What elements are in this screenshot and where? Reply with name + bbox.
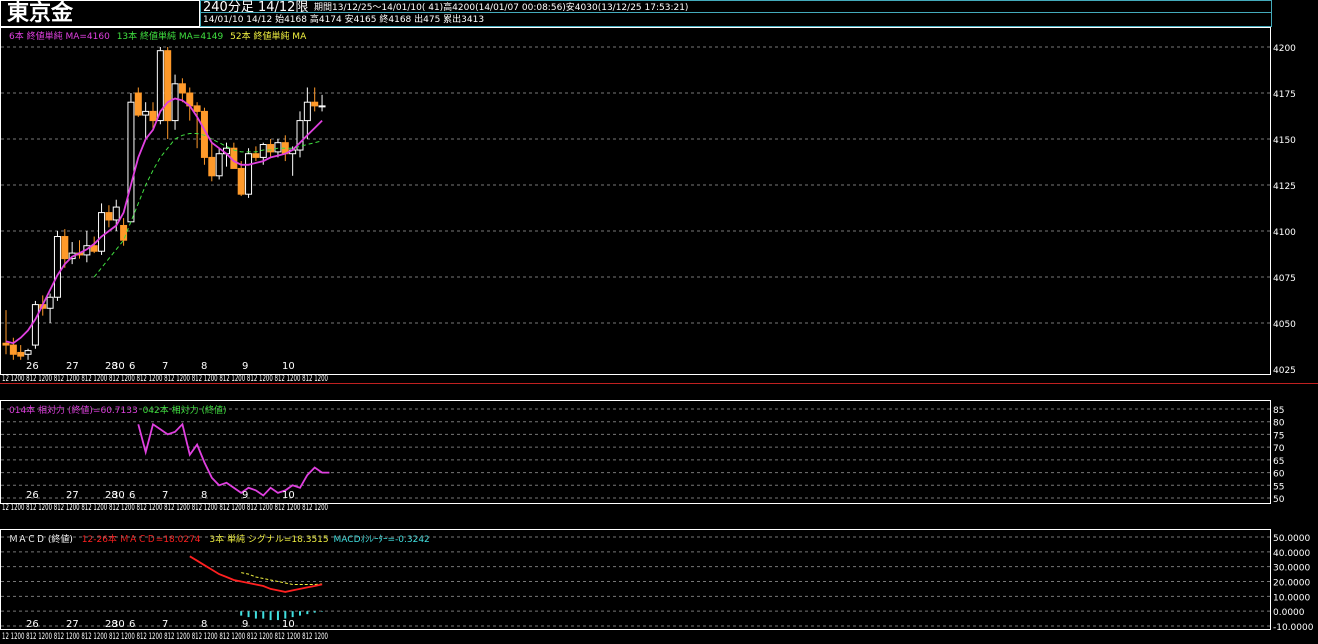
macd-tick-label: 50.0000 [1273, 534, 1310, 544]
date-label: 26 [26, 361, 39, 372]
rsi14-line [137, 422, 330, 497]
rsi-tick-label: 80 [1273, 419, 1285, 429]
candle-body [237, 167, 245, 195]
macd-tick-label: 40.0000 [1273, 549, 1310, 559]
candle-body [318, 105, 326, 108]
candle-body [245, 153, 253, 195]
macd-tick-label: 0.0000 [1273, 608, 1305, 618]
date-label: 30 [112, 619, 125, 630]
candle-body [98, 212, 106, 252]
candle-body [142, 110, 150, 116]
date-label: 27 [66, 361, 79, 372]
date-label: 9 [242, 361, 248, 372]
candle-body [112, 206, 120, 221]
candle-body [164, 50, 172, 122]
chart-canvas[interactable]: 4200417541504125410040754050402585807570… [0, 0, 1318, 644]
time-axis-labels: 12 1200 812 1200 812 1200 812 1200 812 1… [2, 374, 328, 384]
date-label: 9 [242, 490, 248, 501]
date-label: 8 [201, 361, 207, 372]
candle-body [215, 153, 223, 177]
candle-body [149, 110, 157, 122]
candle-body [105, 212, 113, 221]
time-axis-labels: 12 1200 812 1200 812 1200 812 1200 812 1… [2, 503, 328, 513]
candle-body [127, 101, 135, 223]
date-label: 6 [129, 361, 135, 372]
date-label: 10 [282, 619, 295, 630]
rsi-tick-label: 75 [1273, 431, 1284, 441]
date-label: 8 [201, 490, 207, 501]
candle-body [61, 236, 69, 260]
candle-body [46, 296, 54, 309]
candle-body [120, 224, 128, 241]
date-label: 27 [66, 490, 79, 501]
date-label: 26 [26, 490, 39, 501]
date-label: 7 [162, 619, 168, 630]
rsi-tick-label: 85 [1273, 406, 1284, 416]
candle-body [178, 83, 186, 94]
rsi-tick-label: 65 [1273, 457, 1284, 467]
date-label: 30 [112, 490, 125, 501]
y-tick-label: 4100 [1273, 228, 1296, 238]
rsi-tick-label: 50 [1273, 495, 1285, 505]
macd-tick-label: 10.0000 [1273, 593, 1310, 603]
date-label: 10 [282, 490, 295, 501]
rsi-tick-label: 70 [1273, 444, 1285, 454]
date-label: 26 [26, 619, 39, 630]
date-label: 10 [282, 361, 295, 372]
candle-body [24, 350, 32, 355]
time-axis-labels: 12 1200 812 1200 812 1200 812 1200 812 1… [2, 632, 328, 642]
y-tick-label: 4150 [1273, 136, 1296, 146]
candle-body [171, 83, 179, 122]
y-tick-label: 4050 [1273, 320, 1296, 330]
macd-tick-label: 20.0000 [1273, 579, 1310, 589]
candle-body [2, 342, 10, 346]
candle-body [208, 156, 216, 177]
y-tick-label: 4175 [1273, 90, 1296, 100]
candle-body [193, 105, 201, 112]
candle-body [303, 101, 311, 122]
rsi-tick-label: 55 [1273, 482, 1284, 492]
date-label: 30 [112, 361, 125, 372]
y-tick-label: 4200 [1273, 44, 1296, 54]
date-label: 27 [66, 619, 79, 630]
candle-body [134, 92, 142, 116]
y-tick-label: 4075 [1273, 274, 1296, 284]
y-tick-label: 4125 [1273, 182, 1296, 192]
rsi-tick-label: 60 [1273, 470, 1285, 480]
candle-body [17, 351, 25, 357]
main-panel-frame [0, 27, 1271, 375]
macd-tick-label: -10.0000 [1273, 623, 1314, 633]
date-label: 8 [201, 619, 207, 630]
date-label: 7 [162, 490, 168, 501]
macd-panel-frame [0, 529, 1271, 630]
macd-line [189, 555, 323, 593]
date-label: 6 [129, 490, 135, 501]
candle-body [9, 344, 17, 355]
y-tick-label: 4025 [1273, 366, 1296, 376]
date-label: 7 [162, 361, 168, 372]
candle-body [274, 142, 282, 153]
date-label: 9 [242, 619, 248, 630]
date-label: 6 [129, 619, 135, 630]
candle-body [267, 144, 275, 153]
candle-body [53, 236, 61, 298]
candle-body [31, 304, 39, 346]
signal-line [241, 572, 323, 585]
candle-body [252, 153, 260, 158]
candle-body [311, 101, 319, 107]
macd-tick-label: 30.0000 [1273, 564, 1310, 574]
